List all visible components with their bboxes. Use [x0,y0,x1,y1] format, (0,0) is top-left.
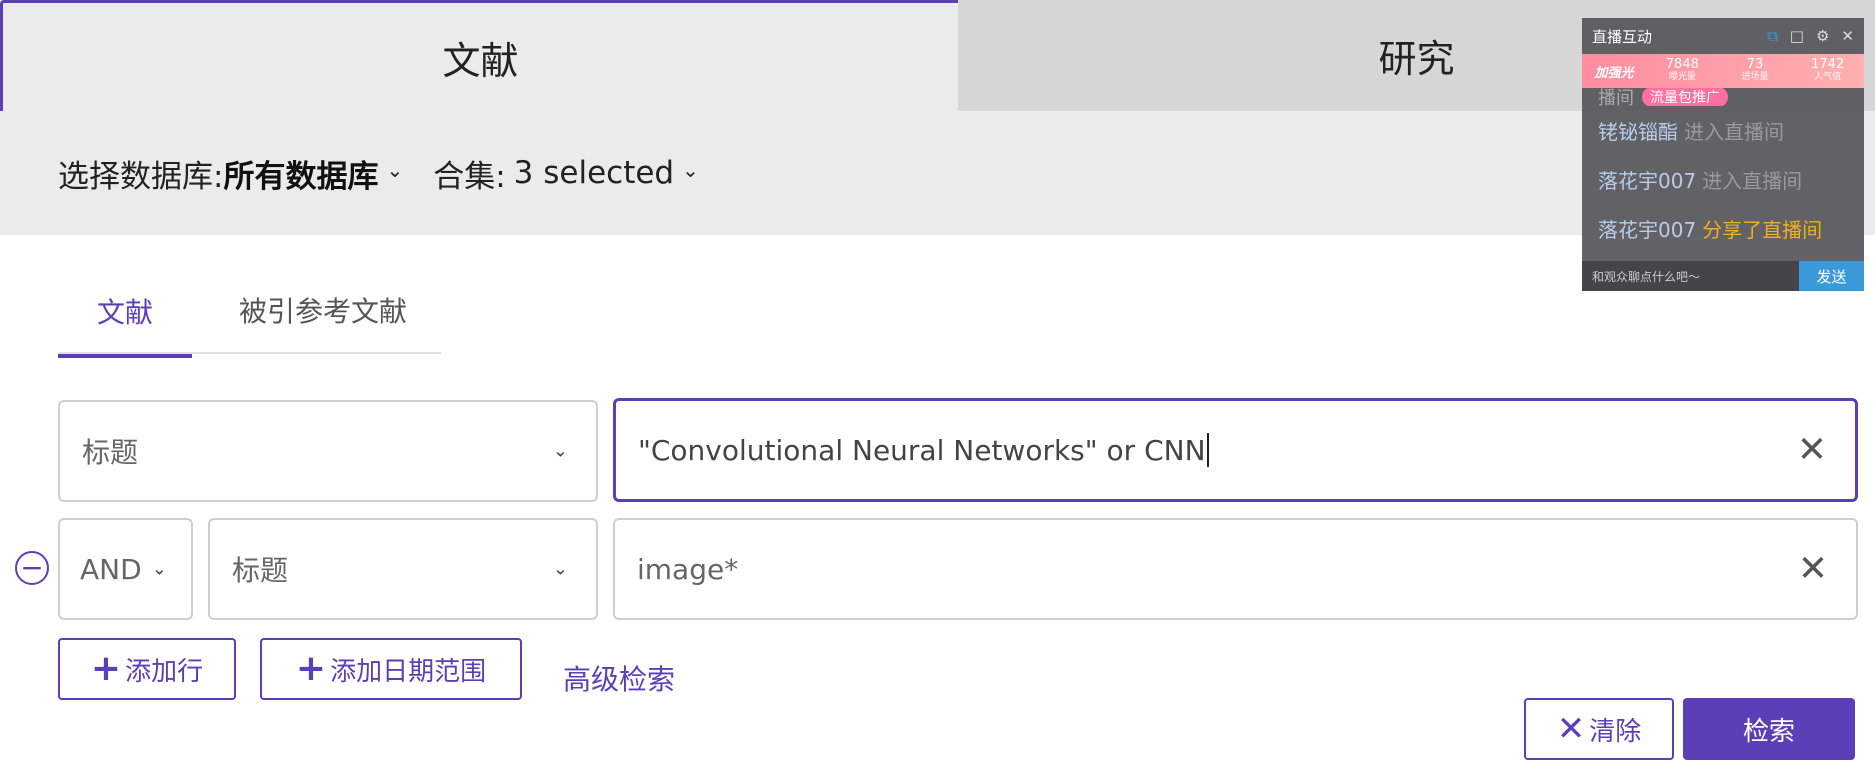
message-action: 进入直播间 [1684,120,1784,144]
tab-literature[interactable]: 文献 [0,0,958,111]
chevron-down-icon: ⌄ [151,558,167,580]
chat-placeholder: 和观众聊点什么吧～ [1592,269,1701,284]
search-button[interactable]: 检索 [1683,698,1855,760]
chevron-down-icon: ⌄ [386,158,404,182]
subtab-literature[interactable]: 文献 [58,268,192,358]
database-value: 所有数据库 [223,158,379,195]
message-user: 落花宇007 [1598,169,1697,193]
message-action: 分享了直播间 [1702,218,1823,242]
close-icon: ✕ [1556,709,1586,749]
stat-value: 1742 [1811,57,1845,72]
live-message-partial: 播间 流量包推广 [1598,88,1848,106]
tab-research-label: 研究 [1378,37,1455,81]
live-message-list: 播间 流量包推广 铑铋锱酯 进入直播间 落花宇007 进入直播间 落花宇007 … [1582,88,1864,253]
stat-label: 人气值 [1814,72,1842,82]
live-panel-title: 直播互动 [1592,27,1653,46]
subtab-cited-references[interactable]: 被引参考文献 [218,268,428,352]
chevron-down-icon: ⌄ [552,440,568,462]
add-row-label: 添加行 [125,656,204,687]
plus-icon: + [90,648,122,689]
stat-popularity: 1742 人气值 [1791,57,1864,83]
subtab-cited-label: 被引参考文献 [238,295,407,328]
query-input-2-value: image* [637,552,739,586]
field-select-2[interactable]: 标题 ⌄ [208,518,598,620]
send-button[interactable]: 发送 [1799,261,1864,291]
gear-icon[interactable]: ⚙ [1816,27,1829,45]
database-label: 选择数据库: [58,158,224,195]
field-select-1[interactable]: 标题 ⌄ [58,400,598,502]
query-input-2[interactable]: image* ✕ [613,518,1858,620]
search-type-tabs: 文献 被引参考文献 [58,268,441,358]
close-icon[interactable]: ✕ [1798,549,1828,590]
promo-pill: 流量包推广 [1642,88,1728,106]
clear-button[interactable]: ✕ 清除 [1524,698,1674,760]
stat-exposure: 7848 曝光量 [1646,57,1719,83]
plus-icon: + [295,648,327,689]
live-message: 落花宇007 进入直播间 [1598,155,1848,204]
remove-row-button[interactable]: − [15,551,49,585]
boolean-operator-select[interactable]: AND ⌄ [58,518,193,620]
stat-entries: 73 进场量 [1719,57,1792,83]
close-icon[interactable]: ✕ [1797,430,1827,471]
add-date-range-button[interactable]: + 添加日期范围 [260,638,522,700]
field-select-1-value: 标题 [82,436,139,469]
stat-value: 73 [1746,57,1764,72]
stat-label: 曝光量 [1668,72,1696,82]
minus-circle-icon: − [20,551,44,584]
collection-dropdown[interactable]: 合集: 3 selected ⌄ [433,151,699,196]
message-user: 铑铋锱酯 [1598,120,1678,144]
live-message: 铑铋锱酯 进入直播间 [1598,106,1848,155]
message-user: 落花宇007 [1598,218,1697,242]
chevron-down-icon: ⌄ [552,558,568,580]
query-input-1[interactable]: "Convolutional Neural Networks" or CNN ✕ [613,398,1858,502]
stat-value: 7848 [1665,57,1699,72]
live-message: 落花宇007 分享了直播间 [1598,204,1848,253]
collection-value: 3 selected [513,155,675,191]
add-row-button[interactable]: + 添加行 [58,638,236,700]
live-chat-input[interactable]: 和观众聊点什么吧～ 发送 [1582,261,1864,291]
live-brand: 加强光 [1594,65,1634,81]
database-dropdown[interactable]: 选择数据库: 所有数据库 ⌄ [58,151,403,196]
popout-icon[interactable]: ⧉ [1767,27,1778,45]
query-input-1-value: "Convolutional Neural Networks" or CNN [638,433,1206,467]
field-select-2-value: 标题 [232,554,289,587]
collection-label: 合集: [433,158,506,195]
lock-icon[interactable]: □ [1790,27,1804,45]
tab-literature-label: 文献 [442,38,519,83]
clear-label: 清除 [1589,716,1642,747]
partial-text: 播间 [1598,88,1634,106]
close-icon[interactable]: ✕ [1841,27,1854,45]
add-date-range-label: 添加日期范围 [330,656,487,687]
boolean-operator-value: AND [80,552,142,586]
message-action: 进入直播间 [1702,169,1803,193]
live-interaction-panel: 直播互动 ⧉ □ ⚙ ✕ 加强光 7848 曝光量 73 进场量 1742 人气… [1582,18,1864,291]
stat-label: 进场量 [1741,72,1769,82]
chevron-down-icon: ⌄ [682,158,699,182]
subtab-literature-label: 文献 [96,296,153,329]
advanced-search-link[interactable]: 高级检索 [563,658,675,698]
text-caret [1206,433,1209,467]
live-panel-header: 直播互动 ⧉ □ ⚙ ✕ [1582,18,1864,54]
live-stats-bar: 加强光 7848 曝光量 73 进场量 1742 人气值 [1582,54,1864,88]
search-label: 检索 [1742,716,1795,747]
